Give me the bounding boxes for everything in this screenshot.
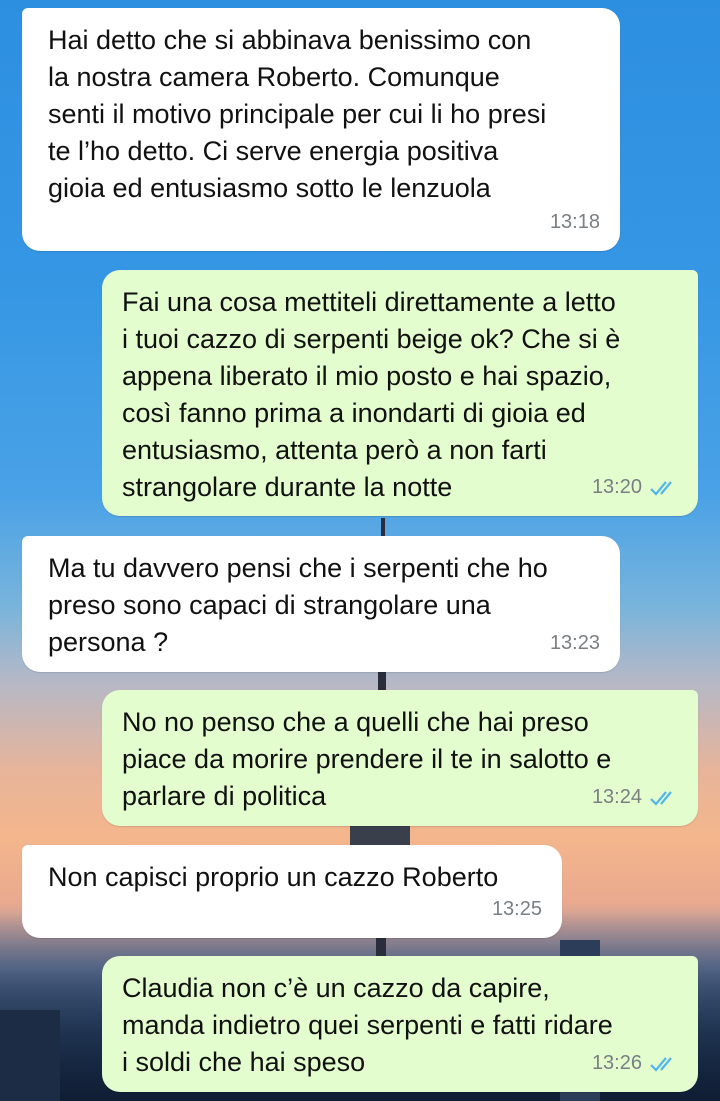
message-bubble-incoming[interactable]: Ma tu davvero pensi che i serpenti che h… (22, 536, 620, 672)
double-check-icon (650, 1056, 672, 1072)
message-time: 13:24 (591, 786, 642, 808)
wallpaper-tower (350, 826, 410, 846)
wallpaper-tower (378, 672, 386, 692)
message-text: Hai detto che si abbinava benissimo con … (48, 25, 547, 203)
message-bubble-outgoing[interactable]: Fai una cosa mettiteli direttamente a le… (102, 270, 698, 516)
message-bubble-incoming[interactable]: Hai detto che si abbinava benissimo con … (22, 8, 620, 251)
message-meta: 13:23 (550, 625, 600, 662)
message-meta: 13:24 (592, 779, 678, 816)
message-time: 13:25 (491, 898, 542, 920)
message-time: 13:26 (591, 1052, 642, 1074)
double-check-icon (650, 790, 672, 806)
wallpaper-tower (381, 518, 385, 536)
message-bubble-outgoing[interactable]: Claudia non c’è un cazzo da capire, mand… (102, 956, 698, 1092)
wallpaper-building (0, 1010, 60, 1101)
message-meta: 13:26 (592, 1045, 678, 1082)
message-time: 13:18 (549, 211, 600, 233)
double-check-icon (650, 480, 672, 496)
message-time: 13:23 (549, 632, 600, 654)
message-text: Non capisci proprio un cazzo Roberto (48, 862, 499, 892)
message-bubble-outgoing[interactable]: No no penso che a quelli che hai preso p… (102, 690, 698, 826)
message-meta: 13:20 (592, 469, 678, 506)
message-time: 13:20 (591, 476, 642, 498)
message-meta: 13:18 (550, 204, 600, 241)
message-bubble-incoming[interactable]: Non capisci proprio un cazzo Roberto 13:… (22, 845, 562, 938)
wallpaper-tower (376, 938, 386, 958)
message-meta: 13:25 (492, 891, 542, 928)
message-text: Ma tu davvero pensi che i serpenti che h… (48, 553, 548, 657)
